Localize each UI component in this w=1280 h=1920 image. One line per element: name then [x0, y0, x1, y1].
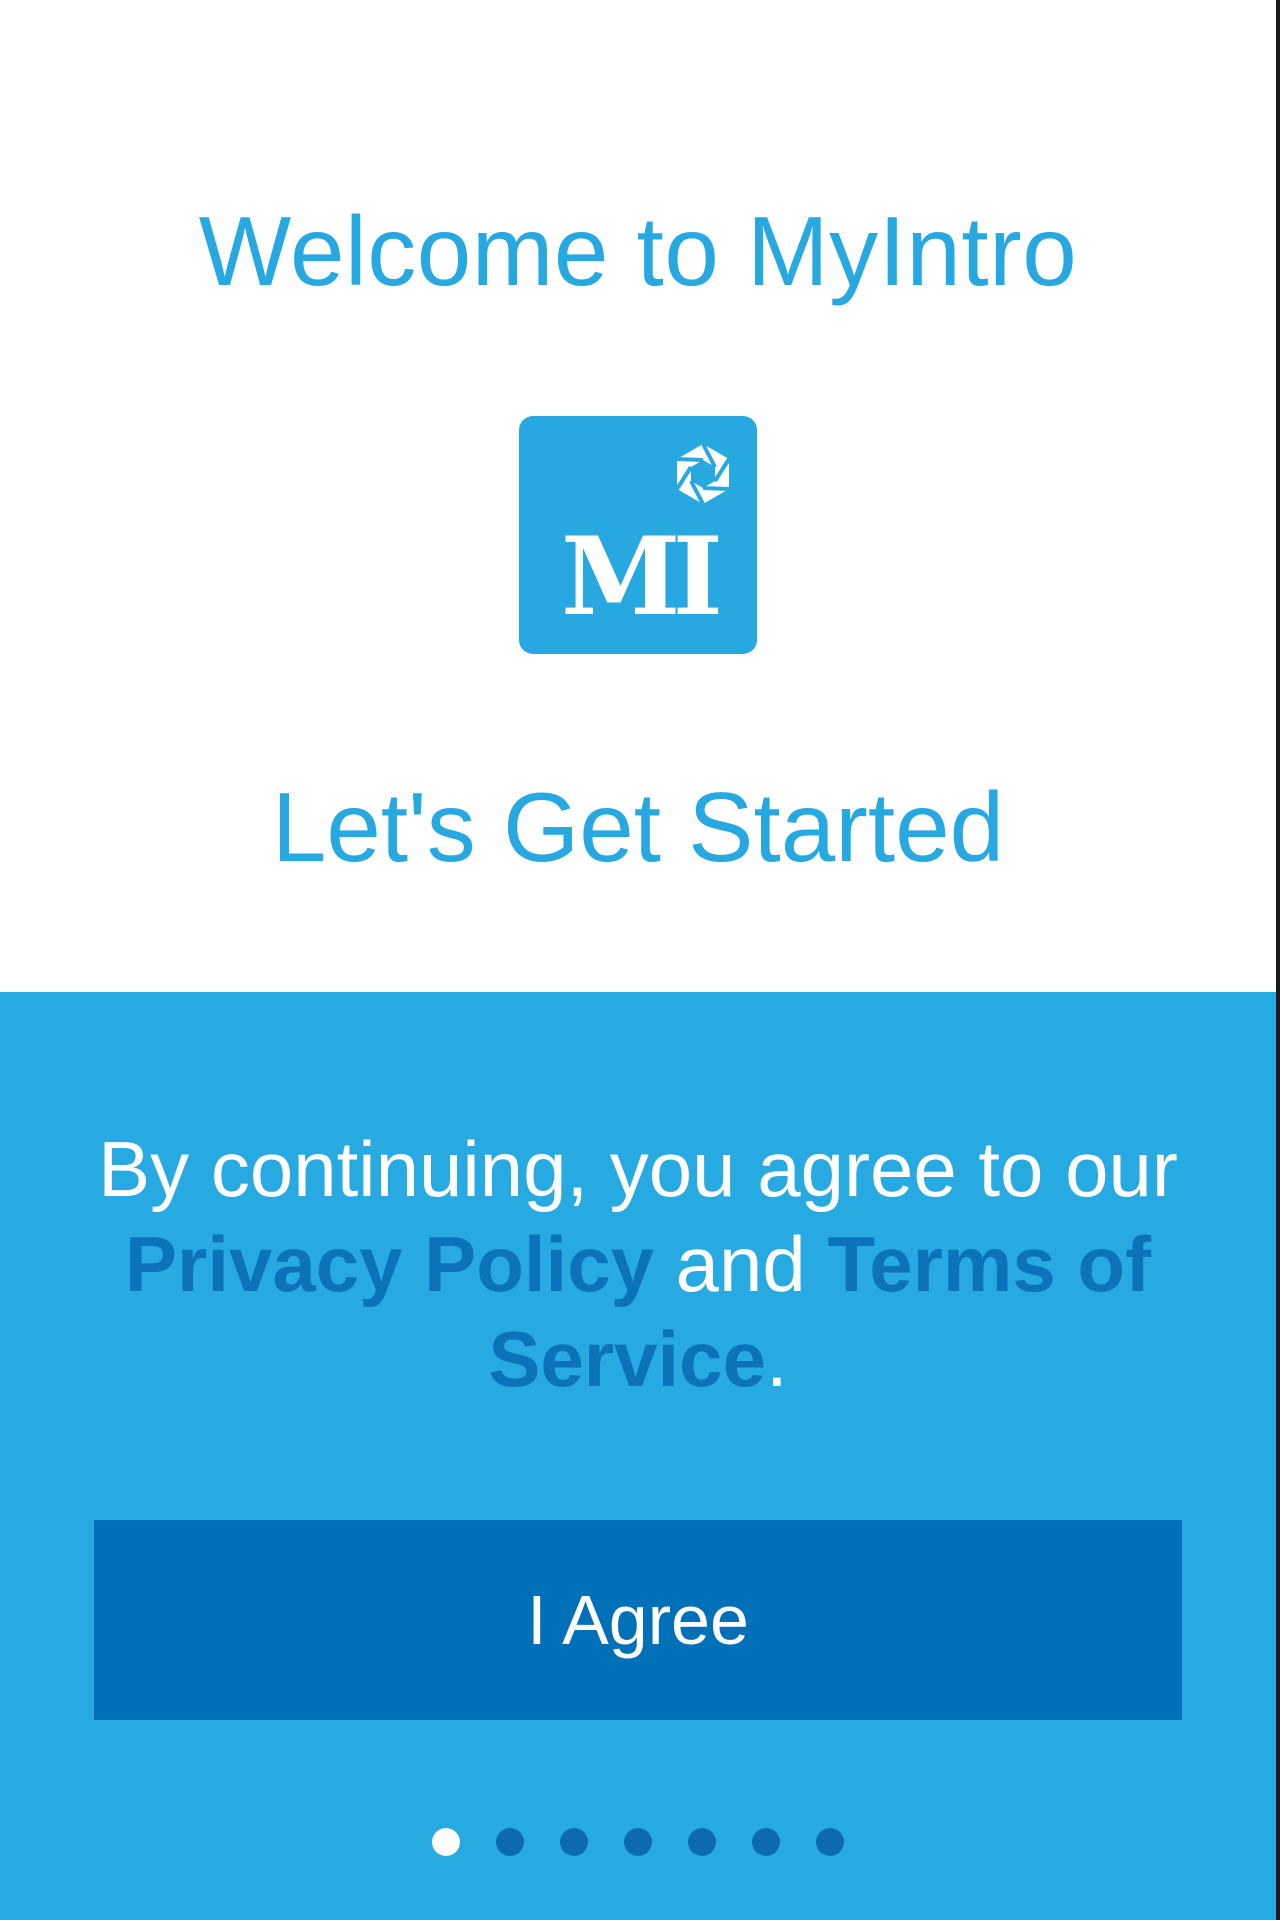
page-title: Welcome to MyIntro — [198, 196, 1078, 306]
app-logo-graphic: MI — [561, 443, 731, 640]
logo-text: MI — [561, 514, 719, 640]
page-dot[interactable] — [624, 1828, 652, 1856]
onboarding-screen: Welcome to MyIntro MI Let's Get Started — [0, 0, 1280, 1920]
consent-suffix: . — [765, 1315, 788, 1403]
page-subtitle: Let's Get Started — [271, 772, 1005, 882]
consent-text: By continuing, you agree to our Privacy … — [90, 1122, 1186, 1407]
page-dot[interactable] — [496, 1828, 524, 1856]
consent-middle: and — [653, 1220, 828, 1308]
aperture-icon — [675, 443, 731, 505]
page-dot[interactable] — [688, 1828, 716, 1856]
privacy-policy-link[interactable]: Privacy Policy — [125, 1220, 654, 1308]
page-dot[interactable] — [432, 1828, 460, 1856]
page-indicator[interactable] — [0, 1828, 1276, 1856]
agree-button[interactable]: I Agree — [94, 1520, 1182, 1720]
welcome-section: Welcome to MyIntro MI Let's Get Started — [0, 0, 1280, 992]
consent-prefix: By continuing, you agree to our — [98, 1125, 1178, 1213]
page-dot[interactable] — [560, 1828, 588, 1856]
page-dot[interactable] — [816, 1828, 844, 1856]
app-logo: MI — [519, 416, 757, 654]
page-dot[interactable] — [752, 1828, 780, 1856]
consent-section: By continuing, you agree to our Privacy … — [0, 992, 1280, 1920]
